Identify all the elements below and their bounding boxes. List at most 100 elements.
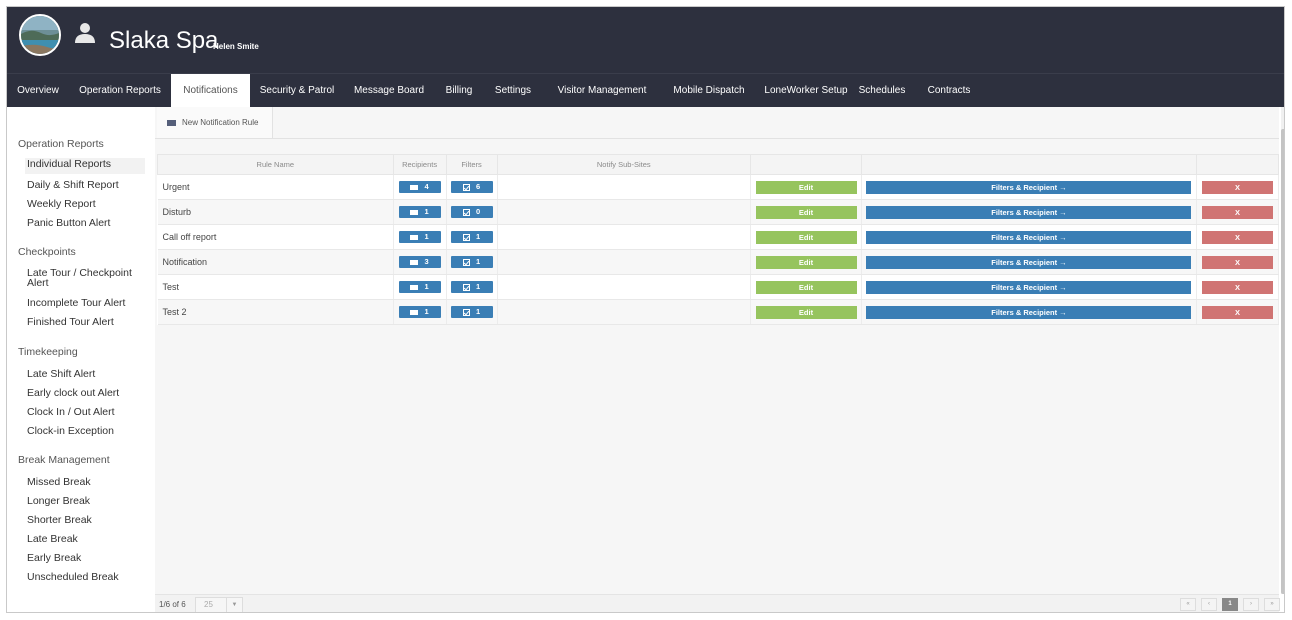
recipients-badge[interactable]: 1 — [398, 306, 441, 318]
edit-button[interactable]: Edit — [755, 230, 857, 244]
vertical-scrollbar[interactable] — [1281, 107, 1284, 594]
table-row[interactable]: Notification 3 1 Edit Filters & Recipient → X — [157, 249, 1280, 275]
edit-button[interactable]: Edit — [755, 305, 857, 319]
delete-button[interactable]: X — [1201, 230, 1273, 244]
new-notification-rule-button[interactable]: New Notification Rule — [157, 107, 273, 138]
nav-tab-loneworker-setup[interactable]: LoneWorker Setup — [756, 74, 856, 108]
sidebar-item-late-break[interactable]: Late Break — [27, 533, 78, 545]
delete-button[interactable]: X — [1201, 305, 1273, 319]
nav-tab-contracts[interactable]: Contracts — [922, 74, 976, 108]
filters-badge[interactable]: 1 — [450, 256, 493, 268]
sidebar-item-longer-break[interactable]: Longer Break — [27, 495, 90, 507]
sidebar-item-panic-button-alert[interactable]: Panic Button Alert — [27, 217, 110, 229]
filters-recipient-button[interactable]: Filters & Recipient → — [866, 205, 1192, 219]
recipients-badge[interactable]: 4 — [398, 181, 441, 193]
recipients-cell: 4 — [393, 174, 447, 200]
table-row[interactable]: Urgent 4 6 Edit Filters & Recipient → X — [157, 174, 1280, 200]
sidebar-item-missed-break[interactable]: Missed Break — [27, 476, 91, 488]
table-row[interactable]: Call off report 1 1 Edit Filters & Recipient… — [157, 224, 1280, 250]
nav-tab-operation-reports[interactable]: Operation Reports — [69, 74, 171, 108]
sidebar-group-timekeeping: Timekeeping — [18, 346, 78, 358]
nav-tab-security-patrol[interactable]: Security & Patrol — [250, 74, 344, 108]
delete-button[interactable]: X — [1201, 180, 1273, 194]
filters-recipient-button[interactable]: Filters & Recipient → — [866, 280, 1192, 294]
edit-button[interactable]: Edit — [755, 280, 857, 294]
recipients-cell: 1 — [393, 199, 447, 225]
nav-tab-mobile-dispatch[interactable]: Mobile Dispatch — [662, 74, 756, 108]
rule-name-cell: Test 2 — [157, 299, 394, 325]
envelope-icon — [410, 259, 419, 265]
sidebar-item-daily-shift-report[interactable]: Daily & Shift Report — [27, 179, 119, 191]
rule-name-cell: Urgent — [157, 174, 394, 200]
delete-button[interactable]: X — [1201, 205, 1273, 219]
nav-tab-notifications[interactable]: Notifications — [171, 74, 250, 109]
first-page-button[interactable]: « — [1180, 598, 1196, 611]
edit-button[interactable]: Edit — [755, 205, 857, 219]
recipients-count: 4 — [424, 182, 429, 191]
filters-badge[interactable]: 1 — [450, 281, 493, 293]
edit-cell: Edit — [750, 249, 862, 275]
sidebar-item-finished-tour-alert[interactable]: Finished Tour Alert — [27, 316, 114, 328]
delete-button[interactable]: X — [1201, 255, 1273, 269]
sidebar-item-clock-in-out-alert[interactable]: Clock In / Out Alert — [27, 406, 115, 418]
table-row[interactable]: Test 2 1 1 Edit Filters & Recipient → X — [157, 299, 1280, 325]
sidebar-group-checkpoints: Checkpoints — [18, 246, 76, 258]
filters-recipient-button[interactable]: Filters & Recipient → — [866, 255, 1192, 269]
sidebar-item-weekly-report[interactable]: Weekly Report — [27, 198, 96, 210]
sidebar-item-late-tour-alert[interactable]: Late Tour / Checkpoint Alert — [27, 268, 142, 289]
filters-recipient-button[interactable]: Filters & Recipient → — [866, 180, 1192, 194]
sidebar-item-clock-in-exception[interactable]: Clock-in Exception — [27, 425, 114, 437]
filters-badge[interactable]: 0 — [450, 206, 493, 218]
filters-cell: 1 — [446, 224, 498, 250]
filters-recipient-button[interactable]: Filters & Recipient → — [866, 305, 1192, 319]
sidebar-item-incomplete-tour-alert[interactable]: Incomplete Tour Alert — [27, 297, 125, 309]
col-header-filters[interactable]: Filters — [445, 154, 498, 175]
nav-tab-overview[interactable]: Overview — [7, 74, 69, 108]
delete-cell: X — [1196, 274, 1280, 300]
nav-tab-billing[interactable]: Billing — [434, 74, 484, 108]
edit-button[interactable]: Edit — [755, 255, 857, 269]
recipients-count: 1 — [424, 282, 429, 291]
recipients-badge[interactable]: 3 — [398, 256, 441, 268]
sidebar-item-unscheduled-break[interactable]: Unscheduled Break — [27, 571, 119, 583]
sidebar-item-early-break[interactable]: Early Break — [27, 552, 81, 564]
filters-recipient-cell: Filters & Recipient → — [861, 174, 1197, 200]
edit-button[interactable]: Edit — [755, 180, 857, 194]
table-row[interactable]: Test 1 1 Edit Filters & Recipient → X — [157, 274, 1280, 300]
current-page-button[interactable]: 1 — [1222, 598, 1238, 611]
filters-badge[interactable]: 6 — [450, 181, 493, 193]
site-avatar[interactable] — [19, 14, 61, 56]
sidebar-item-individual-reports[interactable]: Individual Reports — [25, 158, 145, 174]
table-row[interactable]: Disturb 1 0 Edit Filters & Recipient → X — [157, 199, 1280, 225]
last-page-button[interactable]: » — [1264, 598, 1280, 611]
app-window: Slaka Spa Helen Smite Overview Operation… — [6, 6, 1285, 613]
page-size-select[interactable]: 25 ▼ — [195, 597, 243, 612]
prev-page-button[interactable]: ‹ — [1201, 598, 1217, 611]
col-header-rule-name[interactable]: Rule Name — [157, 154, 394, 175]
filters-badge[interactable]: 1 — [450, 231, 493, 243]
col-header-notify-sub-sites[interactable]: Notify Sub-Sites — [496, 154, 752, 175]
rule-name-cell: Disturb — [157, 199, 394, 225]
next-page-button[interactable]: › — [1243, 598, 1259, 611]
nav-tab-settings[interactable]: Settings — [484, 74, 542, 108]
user-icon[interactable] — [73, 21, 97, 45]
recipients-badge[interactable]: 1 — [398, 231, 441, 243]
delete-button[interactable]: X — [1201, 280, 1273, 294]
recipients-badge[interactable]: 1 — [398, 281, 441, 293]
nav-tab-visitor-management[interactable]: Visitor Management — [542, 74, 662, 108]
site-photo-icon — [21, 16, 59, 54]
scrollbar-thumb[interactable] — [1281, 129, 1284, 594]
rules-table-body: Urgent 4 6 Edit Filters & Recipient → X Distur… — [157, 174, 1280, 325]
sidebar-item-late-shift-alert[interactable]: Late Shift Alert — [27, 368, 95, 380]
sidebar-item-early-clock-out-alert[interactable]: Early clock out Alert — [27, 387, 119, 399]
col-header-recipients[interactable]: Recipients — [392, 154, 447, 175]
recipients-badge[interactable]: 1 — [398, 206, 441, 218]
chevron-down-icon[interactable]: ▼ — [226, 598, 242, 612]
sidebar-item-shorter-break[interactable]: Shorter Break — [27, 514, 92, 526]
nav-tab-schedules[interactable]: Schedules — [856, 74, 908, 108]
filters-recipient-button[interactable]: Filters & Recipient → — [866, 230, 1192, 244]
main-nav: Overview Operation Reports Notifications… — [7, 73, 1284, 109]
nav-tab-message-board[interactable]: Message Board — [344, 74, 434, 108]
filters-recipient-cell: Filters & Recipient → — [861, 249, 1197, 275]
filters-badge[interactable]: 1 — [450, 306, 493, 318]
